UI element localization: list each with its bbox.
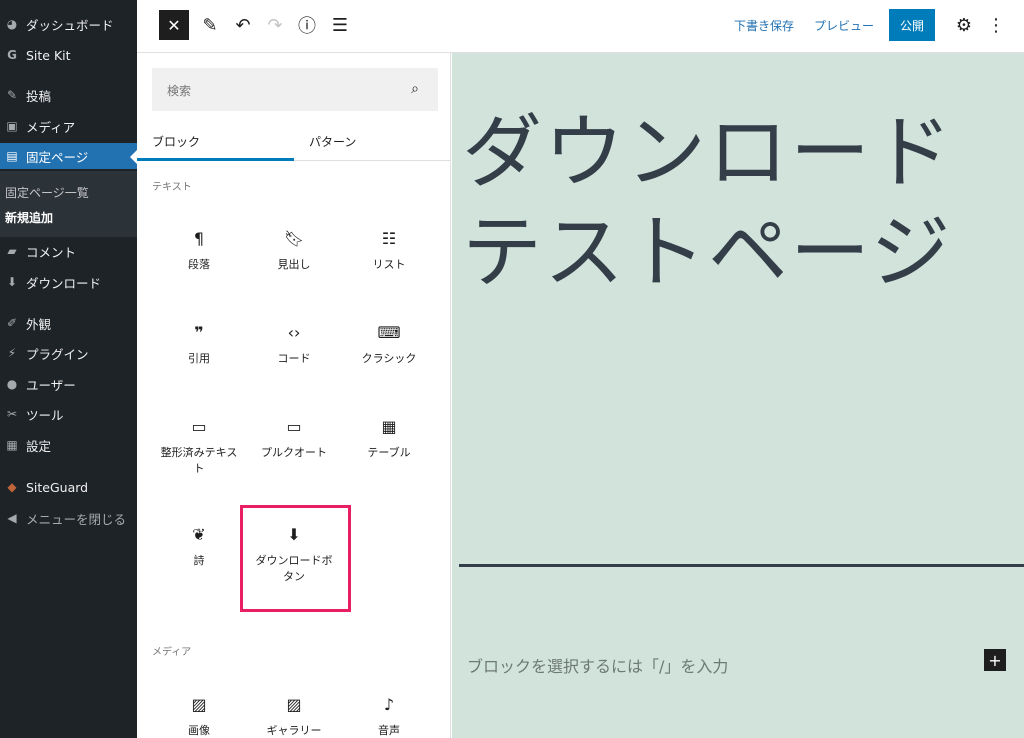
list-view-button[interactable]: ☰ [329, 14, 351, 36]
gallery-icon: ▨ [286, 695, 302, 714]
audio-icon: ♪ [383, 695, 395, 714]
block-image[interactable]: ▨ 画像 [152, 693, 246, 738]
search-icon: ⌕ [411, 81, 419, 97]
media-icon: ▣ [6, 119, 18, 133]
brush-icon: ✐ [6, 316, 18, 330]
sidebar-item-users[interactable]: ● ユーザー [0, 371, 137, 397]
tools-button[interactable]: ✎ [199, 14, 221, 36]
g-logo-icon: G [7, 48, 17, 62]
category-label-media: メディア [152, 647, 192, 658]
options-button[interactable]: ⋮ [985, 14, 1007, 36]
pin-icon: ✎ [6, 88, 18, 102]
editor-canvas: ダウンロードテストページ ブロックを選択するには「/」を入力 + [452, 53, 1024, 738]
pages-submenu: 固定ページ一覧 新規追加 [0, 171, 137, 237]
settings-icon: ▦ [6, 438, 18, 452]
info-icon: ⓘ [298, 16, 316, 37]
plugin-icon: ⚡ [7, 346, 17, 360]
keyboard-icon: ⌨ [377, 323, 401, 342]
block-heading[interactable]: 🔖︎ 見出し [247, 227, 341, 273]
admin-sidebar: ◕ ダッシュボード G Site Kit ✎ 投稿 ▣ メディア ▤ 固定ページ 固定ペー… [0, 0, 137, 738]
preview-button[interactable]: プレビュー [814, 17, 874, 34]
block-list[interactable]: ☷ リスト [342, 227, 436, 273]
block-classic[interactable]: ⌨ クラシック [342, 321, 436, 367]
redo-button[interactable]: ↷ [264, 14, 286, 36]
image-icon: ▨ [191, 695, 207, 714]
page-title[interactable]: ダウンロードテストページ [462, 103, 1002, 303]
pullquote-icon: ▭ [286, 417, 302, 436]
tab-blocks[interactable]: ブロック [152, 133, 200, 150]
sidebar-item-dashboard[interactable]: ◕ ダッシュボード [0, 11, 137, 37]
add-block-button[interactable]: + [984, 649, 1006, 671]
block-quote[interactable]: ❞ 引用 [152, 321, 246, 367]
comment-icon: ▰ [7, 244, 17, 258]
user-icon: ● [6, 377, 18, 391]
wrench-icon: ✂ [6, 407, 18, 421]
category-label-text: テキスト [152, 182, 192, 193]
save-draft-button[interactable]: 下書き保存 [734, 17, 794, 34]
undo-button[interactable]: ↶ [232, 14, 254, 36]
close-icon: ✕ [167, 15, 181, 35]
search-input[interactable]: 検索 [167, 82, 191, 99]
dashboard-icon: ◕ [6, 17, 18, 31]
feather-icon: ❦ [192, 525, 206, 544]
details-button[interactable]: ⓘ [296, 14, 318, 37]
preformatted-icon: ▭ [191, 417, 207, 436]
paragraph-icon: ¶ [193, 229, 205, 248]
block-table[interactable]: ▦ テーブル [342, 415, 436, 461]
gear-icon: ⚙ [955, 14, 973, 36]
list-view-icon: ☰ [331, 14, 349, 36]
block-inserter-panel: 検索 ⌕ ブロック パターン テキスト ¶ 段落 🔖︎ 見出し ☷ リスト ❞ 引用 ‹… [137, 53, 451, 738]
publish-button[interactable]: 公開 [889, 9, 935, 41]
separator-block[interactable] [459, 564, 1024, 567]
block-search[interactable]: 検索 ⌕ [152, 68, 438, 111]
highlight-box [240, 505, 351, 612]
block-pullquote[interactable]: ▭ プルクオート [247, 415, 341, 461]
undo-icon: ↶ [235, 14, 251, 36]
redo-icon: ↷ [267, 14, 283, 36]
page-icon: ▤ [6, 149, 18, 163]
code-icon: ‹› [287, 323, 301, 342]
submenu-all-pages[interactable]: 固定ページ一覧 [5, 184, 89, 201]
block-code[interactable]: ‹› コード [247, 321, 341, 367]
settings-button[interactable]: ⚙ [953, 14, 975, 36]
sidebar-item-pages[interactable]: ▤ 固定ページ [0, 143, 137, 169]
quote-icon: ❞ [194, 323, 204, 342]
editor-toolbar: ✕ ✎ ↶ ↷ ⓘ ☰ 下書き保存 プレビュー 公開 ⚙ ⋮ [137, 0, 1024, 53]
submenu-add-new[interactable]: 新規追加 [5, 209, 53, 226]
block-paragraph[interactable]: ¶ 段落 [152, 227, 246, 273]
close-inserter-button[interactable]: ✕ [159, 10, 189, 40]
sidebar-item-settings[interactable]: ▦ 設定 [0, 432, 137, 458]
plus-icon: + [988, 650, 1002, 670]
sidebar-item-downloads[interactable]: ⬇ ダウンロード [0, 269, 137, 295]
collapse-icon: ◀ [7, 511, 17, 525]
sidebar-item-siteguard[interactable]: ◆ SiteGuard [0, 474, 137, 500]
collapse-menu-button[interactable]: ◀ メニューを閉じる [0, 505, 137, 531]
heading-icon: 🔖︎ [283, 229, 305, 248]
more-vertical-icon: ⋮ [987, 14, 1005, 36]
sidebar-item-comments[interactable]: ▰ コメント [0, 238, 137, 264]
table-icon: ▦ [381, 417, 397, 436]
tab-patterns[interactable]: パターン [309, 133, 356, 150]
sidebar-item-tools[interactable]: ✂ ツール [0, 401, 137, 427]
sidebar-item-plugins[interactable]: ⚡ プラグイン [0, 340, 137, 366]
block-audio[interactable]: ♪ 音声 [342, 693, 436, 738]
block-verse[interactable]: ❦ 詩 [152, 523, 246, 569]
sidebar-item-site-kit[interactable]: G Site Kit [0, 42, 137, 68]
sidebar-item-appearance[interactable]: ✐ 外観 [0, 310, 137, 336]
shield-icon: ◆ [7, 480, 17, 494]
sidebar-item-posts[interactable]: ✎ 投稿 [0, 82, 137, 108]
pencil-icon: ✎ [202, 14, 218, 36]
inserter-tabs: ブロック パターン [137, 121, 451, 161]
list-icon: ☷ [381, 229, 397, 248]
active-tab-indicator [137, 158, 294, 161]
block-gallery[interactable]: ▨ ギャラリー [247, 693, 341, 738]
sidebar-item-media[interactable]: ▣ メディア [0, 113, 137, 139]
block-placeholder[interactable]: ブロックを選択するには「/」を入力 [467, 653, 728, 677]
block-preformatted[interactable]: ▭ 整形済みテキスト [152, 415, 246, 477]
download-icon: ⬇ [6, 275, 18, 289]
